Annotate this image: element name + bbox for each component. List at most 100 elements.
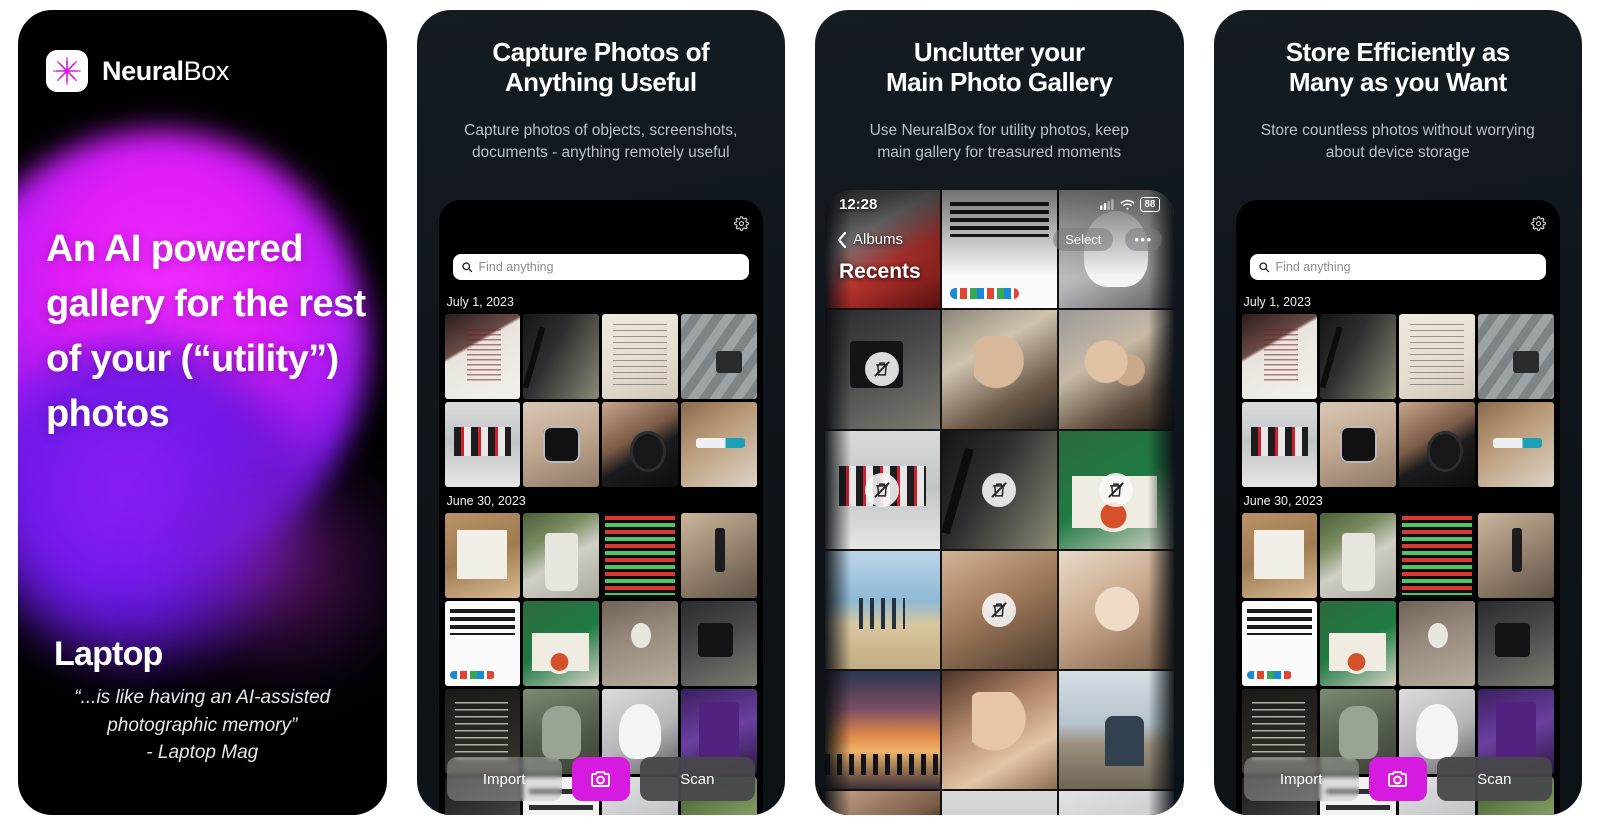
photo-thumb[interactable] xyxy=(444,512,521,598)
camera-button[interactable] xyxy=(1368,757,1427,801)
photo-thumb[interactable] xyxy=(1399,512,1476,598)
battery-indicator: 88 xyxy=(1140,197,1160,212)
panel-store-title-line1: Store Efficiently as xyxy=(1285,37,1511,67)
date-header: July 1, 2023 xyxy=(446,295,514,309)
ios-album-title: Recents xyxy=(839,260,921,283)
photo-thumb[interactable] xyxy=(1241,401,1318,487)
panel-capture-sub-line1: Capture photos of objects, screenshots, xyxy=(464,121,738,139)
photo-thumb[interactable] xyxy=(602,401,679,487)
app-screen-capture: Find anything July 1, 2023 June 30, 2023 xyxy=(438,200,764,815)
photo-thumb[interactable] xyxy=(602,314,679,399)
photo-thumb[interactable] xyxy=(523,600,600,686)
select-button[interactable]: Select xyxy=(1053,228,1114,251)
photo-thumb[interactable] xyxy=(1320,512,1397,598)
photo-thumb[interactable] xyxy=(825,550,940,670)
brand-name: NeuralBox xyxy=(102,56,229,87)
panel-store: Store Efficiently as Many as you Want St… xyxy=(1213,10,1582,815)
search-input[interactable]: Find anything xyxy=(452,254,749,280)
import-button[interactable]: Import xyxy=(446,757,562,801)
photo-thumb[interactable] xyxy=(825,671,940,790)
ios-status-bar: 12:28 88 xyxy=(825,196,1174,213)
photo-grid-section xyxy=(1236,314,1561,487)
panel-store-sub-line2: about device storage xyxy=(1325,144,1470,162)
photo-thumb[interactable] xyxy=(444,600,521,686)
app-screen-store: Find anything July 1, 2023 June 30, 2023 xyxy=(1235,200,1561,815)
scan-button[interactable]: Scan xyxy=(639,757,755,801)
photo-thumb[interactable] xyxy=(941,550,1057,670)
photo-thumb[interactable] xyxy=(825,430,940,549)
panel-unclutter-title-line2: Main Photo Gallery xyxy=(886,66,1113,97)
panel-capture: Capture Photos of Anything Useful Captur… xyxy=(416,10,785,815)
back-to-albums-button[interactable]: Albums xyxy=(837,231,903,248)
panel-capture-title-line1: Capture Photos of xyxy=(492,37,710,67)
brand-lockup: NeuralBox xyxy=(46,50,229,92)
photo-thumb[interactable] xyxy=(1399,401,1476,487)
photo-thumb[interactable] xyxy=(681,512,757,598)
photo-thumb[interactable] xyxy=(941,430,1057,549)
photo-thumb[interactable] xyxy=(1320,401,1397,487)
photo-thumb[interactable] xyxy=(1058,310,1174,429)
photo-thumb[interactable] xyxy=(1478,600,1554,686)
photo-thumb[interactable] xyxy=(1478,512,1554,598)
photo-thumb[interactable] xyxy=(523,314,600,399)
photo-thumb[interactable] xyxy=(1478,401,1554,487)
photo-thumb[interactable] xyxy=(1058,430,1174,549)
photo-thumb[interactable] xyxy=(941,671,1057,790)
photo-thumb[interactable] xyxy=(1058,550,1174,670)
panel-store-subtitle: Store countless photos without worrying … xyxy=(1238,120,1558,165)
photo-thumb[interactable] xyxy=(825,310,940,429)
photo-thumb[interactable] xyxy=(1241,600,1318,686)
photo-thumb[interactable] xyxy=(825,791,940,815)
camera-icon xyxy=(1387,771,1407,787)
photo-grid-scroll[interactable]: July 1, 2023 June 30, 2023 xyxy=(439,288,764,815)
hero-headline: An AI powered gallery for the rest of yo… xyxy=(46,228,366,436)
photo-thumb[interactable] xyxy=(681,314,757,399)
gear-icon[interactable] xyxy=(1531,216,1546,236)
press-quote-text: “...is like having an AI-assisted photog… xyxy=(74,687,331,764)
photo-thumb[interactable] xyxy=(681,600,757,686)
ios-photos-screen: 12:28 88 Albums Select ••• Recents xyxy=(825,190,1174,815)
photo-thumb[interactable] xyxy=(602,600,679,686)
photo-thumb[interactable] xyxy=(523,401,600,487)
photo-thumb[interactable] xyxy=(602,512,679,598)
ios-clock: 12:28 xyxy=(839,196,878,213)
no-trash-icon xyxy=(1099,472,1134,507)
panel-unclutter-subtitle: Use NeuralBox for utility photos, keep m… xyxy=(839,120,1159,165)
import-button[interactable]: Import xyxy=(1243,757,1359,801)
photo-thumb[interactable] xyxy=(681,401,757,487)
panel-unclutter-sub-line1: Use NeuralBox for utility photos, keep xyxy=(869,121,1129,139)
photo-thumb[interactable] xyxy=(1399,314,1476,399)
photo-thumb[interactable] xyxy=(1058,791,1174,815)
ios-nav-actions: Select ••• xyxy=(1053,228,1162,251)
more-options-button[interactable]: ••• xyxy=(1125,228,1162,251)
photo-thumb[interactable] xyxy=(1478,314,1554,399)
photo-thumb[interactable] xyxy=(941,791,1057,815)
gear-icon[interactable] xyxy=(734,216,749,236)
press-publication: Laptop xyxy=(54,635,163,674)
no-trash-icon xyxy=(982,592,1017,627)
photo-thumb[interactable] xyxy=(1320,314,1397,399)
photo-thumb[interactable] xyxy=(1320,600,1397,686)
wifi-icon xyxy=(1120,199,1135,210)
photo-thumb[interactable] xyxy=(444,314,521,399)
panel-store-title-line2: Many as you Want xyxy=(1288,66,1507,97)
ios-nav-bar: Albums Select ••• xyxy=(825,228,1174,251)
search-input[interactable]: Find anything xyxy=(1249,254,1546,280)
search-icon xyxy=(1258,262,1269,273)
photo-thumb[interactable] xyxy=(1241,314,1318,399)
photo-thumb[interactable] xyxy=(941,310,1057,429)
date-header: June 30, 2023 xyxy=(446,493,526,508)
camera-button[interactable] xyxy=(571,757,630,801)
panel-capture-subtitle: Capture photos of objects, screenshots, … xyxy=(441,120,761,165)
photo-thumb[interactable] xyxy=(444,401,521,487)
photo-thumb[interactable] xyxy=(1399,600,1476,686)
scan-button[interactable]: Scan xyxy=(1436,757,1552,801)
panel-capture-sub-line2: documents - anything remotely useful xyxy=(471,144,730,162)
photo-thumb[interactable] xyxy=(1241,512,1318,598)
photo-thumb[interactable] xyxy=(1058,671,1174,790)
chevron-left-icon xyxy=(837,231,847,248)
no-trash-icon xyxy=(865,472,900,507)
search-placeholder: Find anything xyxy=(1275,260,1351,274)
photo-thumb[interactable] xyxy=(523,512,600,598)
photo-grid-scroll[interactable]: July 1, 2023 June 30, 2023 xyxy=(1236,288,1561,815)
